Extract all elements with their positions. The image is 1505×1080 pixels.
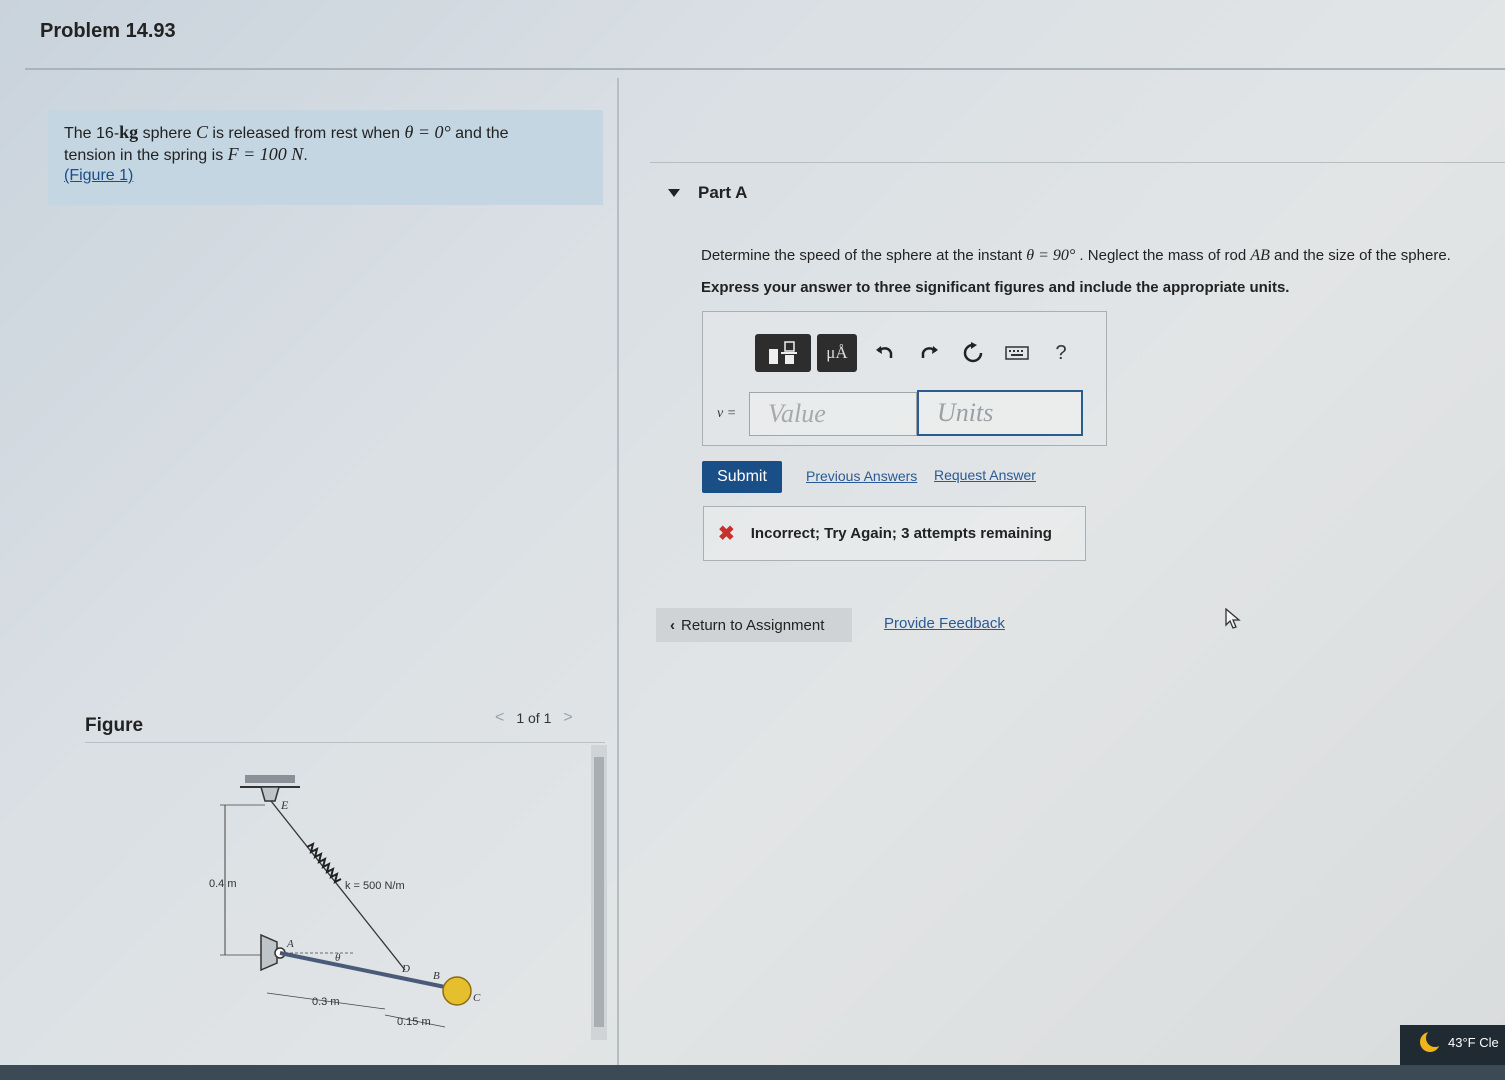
statement-text: tension in the spring is bbox=[64, 147, 228, 164]
problem-title: Problem 14.93 bbox=[40, 20, 176, 42]
figure-pager: < 1 of 1 > bbox=[495, 708, 605, 728]
label-len-ad: 0.3 m bbox=[312, 996, 340, 1008]
return-to-assignment-button[interactable]: ‹ Return to Assignment bbox=[656, 608, 852, 642]
label-a: A bbox=[286, 938, 294, 950]
templates-icon bbox=[769, 341, 797, 364]
statement-text: is released from rest when bbox=[207, 125, 405, 142]
sphere-c bbox=[442, 976, 472, 1006]
statement-text: The 16- bbox=[64, 125, 120, 142]
help-icon: ? bbox=[1055, 341, 1067, 364]
prev-figure-button[interactable]: < bbox=[495, 709, 504, 727]
variable-label: v = bbox=[717, 406, 737, 421]
ceiling-support bbox=[245, 775, 295, 783]
redo-button[interactable] bbox=[907, 334, 951, 372]
units-input[interactable] bbox=[917, 390, 1083, 436]
value-input[interactable] bbox=[749, 392, 917, 436]
label-spring-k: k = 500 N/m bbox=[345, 880, 405, 892]
spring-coil bbox=[306, 842, 342, 884]
request-answer-link[interactable]: Request Answer bbox=[934, 467, 1036, 483]
rod-ab bbox=[279, 951, 446, 989]
provide-feedback-link[interactable]: Provide Feedback bbox=[884, 615, 1005, 632]
weather-widget[interactable]: 43°F Cle bbox=[1420, 1029, 1499, 1052]
collapse-caret-icon[interactable] bbox=[668, 189, 680, 197]
statement-text: . bbox=[303, 147, 308, 164]
units-symbol-button[interactable]: μÅ bbox=[817, 334, 857, 372]
question-text: and the size of the sphere. bbox=[1269, 247, 1451, 264]
part-a-question: Determine the speed of the sphere at the… bbox=[701, 247, 1451, 265]
keyboard-button[interactable] bbox=[995, 334, 1039, 372]
feedback-text: Incorrect; Try Again; 3 attempts remaini… bbox=[750, 525, 1052, 542]
part-divider bbox=[650, 162, 1505, 163]
theta-ninety: θ = 90° bbox=[1026, 247, 1076, 264]
label-height: 0.4 m bbox=[209, 878, 237, 890]
pager-text: 1 of 1 bbox=[516, 710, 552, 726]
feedback-box: ✖ Incorrect; Try Again; 3 attempts remai… bbox=[703, 506, 1086, 561]
math-toolbar: μÅ ? bbox=[755, 334, 1083, 372]
figure-link[interactable]: (Figure 1) bbox=[64, 167, 133, 184]
taskbar bbox=[0, 1065, 1505, 1080]
question-text: Determine the speed of the sphere at the… bbox=[701, 247, 1027, 264]
part-a-label: Part A bbox=[698, 183, 748, 202]
pin-e bbox=[260, 786, 280, 802]
theta-zero: θ = 0° bbox=[404, 122, 451, 142]
undo-icon bbox=[876, 346, 893, 358]
statement-text: and the bbox=[450, 125, 509, 142]
weather-text: 43°F Cle bbox=[1448, 1034, 1499, 1050]
pane-divider bbox=[617, 78, 619, 1078]
scrollbar-thumb[interactable] bbox=[594, 757, 604, 1027]
submit-button[interactable]: Submit bbox=[702, 461, 782, 493]
next-figure-button[interactable]: > bbox=[563, 709, 572, 727]
undo-button[interactable] bbox=[863, 334, 907, 372]
label-c: C bbox=[473, 992, 481, 1004]
chevron-left-icon: ‹ bbox=[670, 616, 675, 634]
rod-label: AB bbox=[1250, 247, 1270, 264]
help-button[interactable]: ? bbox=[1039, 334, 1083, 372]
return-label: Return to Assignment bbox=[681, 616, 825, 634]
mechanism-diagram: E 0.4 m k = 500 N/m A θ D B C 0.3 m 0.15… bbox=[209, 775, 481, 1028]
mass-unit: kg bbox=[119, 122, 139, 142]
figure-header: Figure bbox=[85, 715, 144, 736]
spring-force: F = 100 N bbox=[227, 144, 304, 164]
part-a-header[interactable]: Part A bbox=[668, 183, 747, 203]
label-e: E bbox=[280, 798, 289, 812]
statement-text: sphere bbox=[138, 125, 196, 142]
label-b: B bbox=[433, 970, 440, 982]
previous-answers-link[interactable]: Previous Answers bbox=[806, 468, 917, 484]
answer-instruction: Express your answer to three significant… bbox=[701, 279, 1290, 296]
figure-scrollbar[interactable] bbox=[591, 745, 607, 1040]
label-theta: θ bbox=[335, 952, 341, 964]
sphere-label: C bbox=[195, 122, 208, 142]
templates-button[interactable] bbox=[755, 334, 811, 372]
answer-box: μÅ ? v = bbox=[702, 311, 1107, 446]
label-d: D bbox=[401, 963, 410, 975]
problem-statement: The 16-kg sphere C is released from rest… bbox=[48, 110, 603, 205]
keyboard-icon bbox=[1005, 346, 1029, 360]
redo-icon bbox=[921, 346, 938, 358]
label-len-db: 0.15 m bbox=[397, 1016, 431, 1028]
moon-icon bbox=[1420, 1029, 1444, 1052]
reset-icon bbox=[963, 342, 983, 363]
figure-divider bbox=[85, 742, 605, 743]
mouse-cursor-icon bbox=[1225, 608, 1241, 629]
incorrect-x-icon: ✖ bbox=[718, 523, 735, 545]
mu-angstrom-icon: μÅ bbox=[826, 343, 848, 362]
question-text: . Neglect the mass of rod bbox=[1075, 247, 1251, 264]
reset-button[interactable] bbox=[951, 334, 995, 372]
